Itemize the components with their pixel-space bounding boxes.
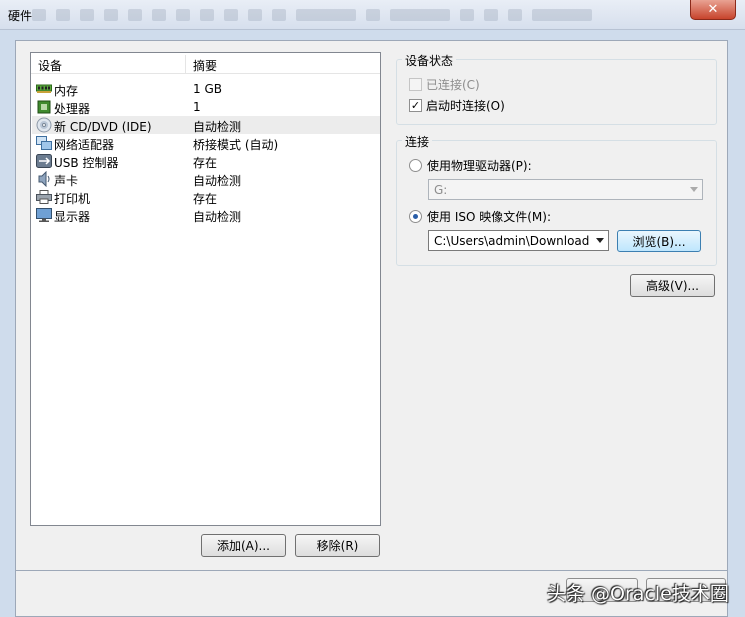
- device-row-printer[interactable]: 打印机 存在: [32, 188, 380, 206]
- sound-card-icon: [36, 171, 52, 187]
- device-status-group: 设备状态 已连接(C) ✓ 启动时连接(O): [396, 52, 717, 125]
- network-adapter-icon: [36, 136, 52, 150]
- device-name: 显示器: [54, 210, 91, 224]
- device-summary: 1: [193, 100, 201, 114]
- close-button[interactable]: ✕: [690, 0, 736, 20]
- connected-checkbox[interactable]: 已连接(C): [409, 76, 480, 93]
- device-row-memory[interactable]: 内存 1 GB: [32, 80, 380, 98]
- hardware-panel: 设备 摘要 内存 1 GB 处理器 1 新 CD/DVD (IDE) 自动检测 …: [15, 40, 728, 571]
- device-summary: 自动检测: [193, 120, 242, 134]
- title-bar: 硬件 ✕: [0, 0, 745, 30]
- window-title: 硬件: [8, 9, 33, 23]
- connected-checkbox-box[interactable]: [409, 78, 422, 91]
- chevron-down-icon[interactable]: [596, 238, 604, 243]
- check-icon[interactable]: ✓: [409, 99, 422, 112]
- usb-icon: [36, 154, 52, 168]
- hardware-dialog: 设备 摘要 内存 1 GB 处理器 1 新 CD/DVD (IDE) 自动检测 …: [0, 30, 745, 617]
- cd-dvd-icon: [36, 117, 52, 133]
- device-row-cd-dvd[interactable]: 新 CD/DVD (IDE) 自动检测: [32, 116, 380, 134]
- device-list[interactable]: 设备 摘要 内存 1 GB 处理器 1 新 CD/DVD (IDE) 自动检测 …: [30, 52, 381, 526]
- device-name: 声卡: [54, 174, 79, 188]
- background-toolbar: [32, 9, 652, 23]
- iso-path-value: C:\Users\admin\Downloads\: [434, 233, 590, 248]
- device-summary: 桥接模式 (自动): [193, 138, 279, 152]
- iso-image-radio[interactable]: 使用 ISO 映像文件(M):: [409, 208, 551, 225]
- physical-drive-label: 使用物理驱动器(P):: [427, 159, 532, 173]
- radio-button[interactable]: [409, 210, 422, 223]
- connection-title: 连接: [402, 133, 433, 150]
- device-name: 内存: [54, 84, 79, 98]
- physical-drive-radio[interactable]: 使用物理驱动器(P):: [409, 157, 532, 174]
- remove-device-button[interactable]: 移除(R): [295, 534, 380, 557]
- physical-drive-select[interactable]: G:: [428, 179, 703, 200]
- device-name: 网络适配器: [54, 138, 115, 152]
- device-row-sound-card[interactable]: 声卡 自动检测: [32, 170, 380, 188]
- connection-group: 连接 使用物理驱动器(P): G: 使用 ISO 映像文件(M): C:\Use…: [396, 133, 717, 266]
- device-name: USB 控制器: [54, 156, 119, 170]
- device-row-processor[interactable]: 处理器 1: [32, 98, 380, 116]
- device-name: 处理器: [54, 102, 91, 116]
- device-row-network-adapter[interactable]: 网络适配器 桥接模式 (自动): [32, 134, 380, 152]
- device-row-monitor[interactable]: 显示器 自动检测: [32, 206, 380, 224]
- connected-label: 已连接(C): [426, 78, 480, 92]
- chevron-down-icon: [690, 187, 698, 192]
- watermark: 头条 @Oracle技术圈: [547, 583, 729, 605]
- physical-drive-value: G:: [434, 182, 448, 197]
- advanced-button[interactable]: 高级(V)...: [630, 274, 715, 297]
- browse-button[interactable]: 浏览(B)...: [617, 230, 701, 252]
- connect-at-power-on-label: 启动时连接(O): [426, 99, 505, 113]
- printer-icon: [36, 190, 52, 204]
- device-summary: 自动检测: [193, 210, 242, 224]
- device-summary: 自动检测: [193, 174, 242, 188]
- iso-image-label: 使用 ISO 映像文件(M):: [427, 210, 551, 224]
- device-name: 新 CD/DVD (IDE): [54, 120, 152, 134]
- device-status-title: 设备状态: [402, 52, 457, 69]
- processor-icon: [36, 100, 52, 114]
- iso-path-combobox[interactable]: C:\Users\admin\Downloads\: [428, 230, 609, 251]
- device-name: 打印机: [54, 192, 91, 206]
- column-header-device[interactable]: 设备: [38, 57, 62, 74]
- device-list-header: 设备 摘要: [31, 53, 380, 74]
- connect-at-power-on-checkbox[interactable]: ✓ 启动时连接(O): [409, 97, 505, 114]
- monitor-icon: [36, 208, 52, 222]
- radio-button[interactable]: [409, 159, 422, 172]
- device-row-usb-controller[interactable]: USB 控制器 存在: [32, 152, 380, 170]
- device-summary: 1 GB: [193, 82, 222, 96]
- device-summary: 存在: [193, 156, 218, 170]
- memory-icon: [36, 82, 52, 96]
- add-device-button[interactable]: 添加(A)...: [201, 534, 286, 557]
- column-header-summary[interactable]: 摘要: [193, 57, 217, 74]
- device-summary: 存在: [193, 192, 218, 206]
